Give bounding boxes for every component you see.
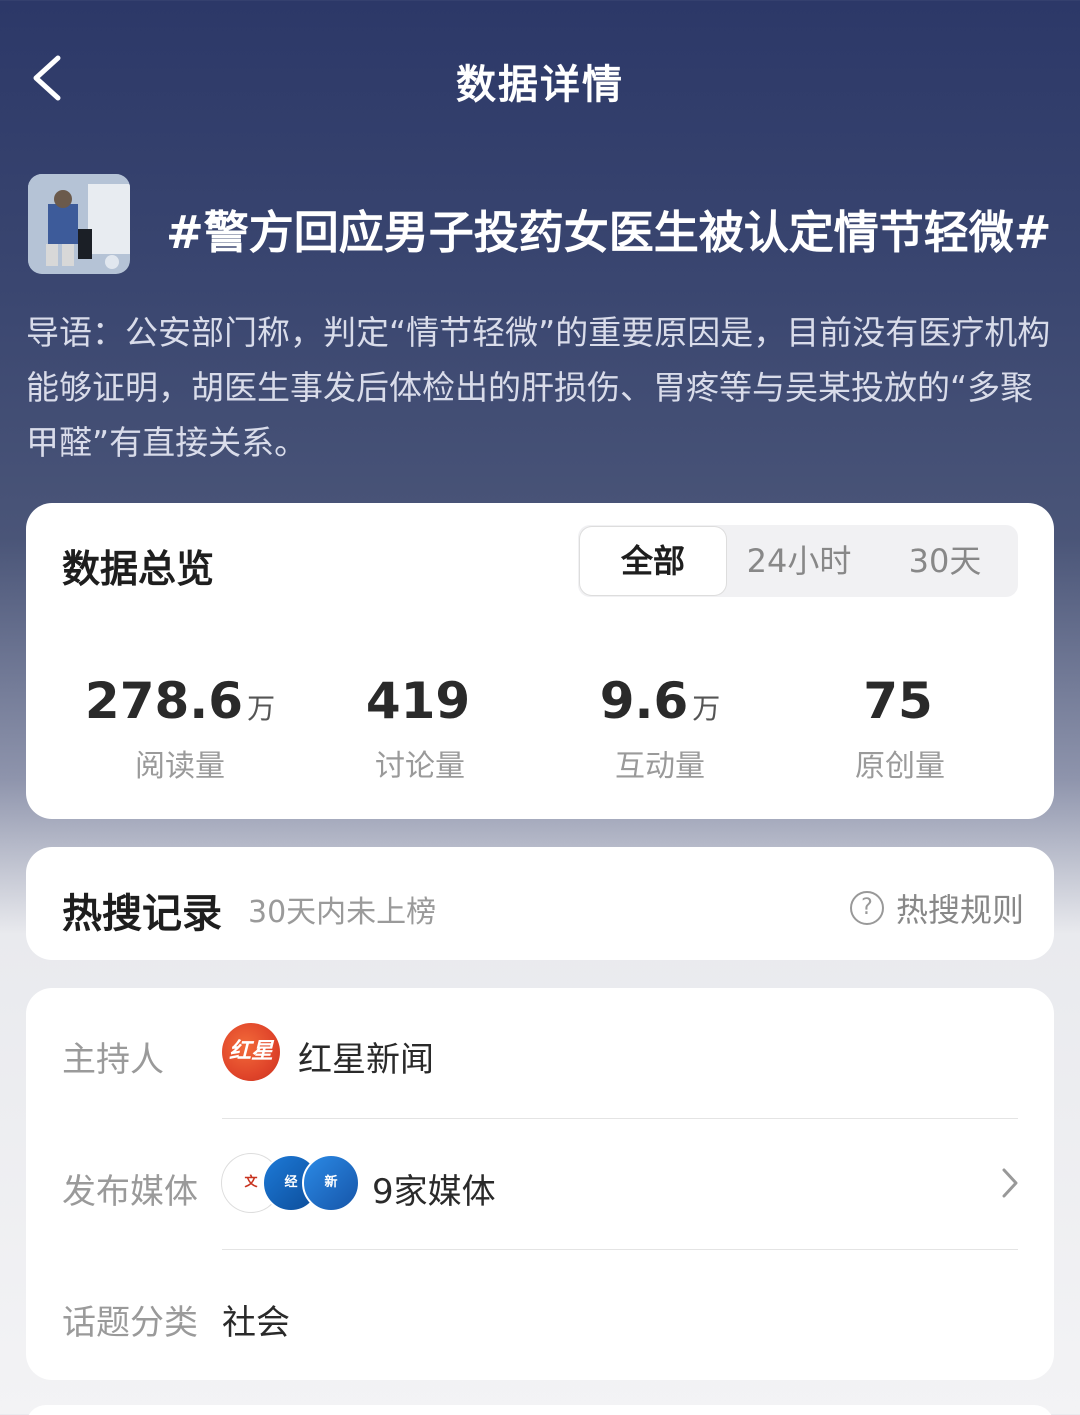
next-card	[26, 1405, 1054, 1415]
stat-value: 278.6	[84, 672, 244, 730]
topic-info-card: 主持人 红星 红星新闻 发布媒体 文 经 新 9家媒体 话题分类 社会	[26, 988, 1054, 1380]
media-avatar: 新	[302, 1154, 360, 1212]
hot-search-title: 热搜记录	[62, 891, 222, 937]
tab-30d[interactable]: 30天	[872, 527, 1018, 595]
divider	[222, 1249, 1018, 1250]
stat-originals: 75 原创量	[780, 673, 1020, 785]
hot-search-rules-label: 热搜规则	[895, 891, 1024, 929]
host-label: 主持人	[62, 1040, 164, 1080]
stat-label: 互动量	[615, 749, 705, 784]
hot-search-rules-link[interactable]: ? 热搜规则	[849, 885, 1024, 931]
stat-unit: 万	[247, 692, 276, 725]
top-bar: 数据详情	[0, 0, 1080, 160]
stat-reads: 278.6 万 阅读量	[60, 673, 300, 785]
stat-value: 75	[863, 672, 933, 730]
hot-search-status: 30天内未上榜	[248, 895, 437, 930]
host-name[interactable]: 红星新闻	[298, 1032, 434, 1081]
chevron-right-icon[interactable]	[1000, 1166, 1020, 1200]
tab-24h[interactable]: 24小时	[726, 527, 872, 595]
stat-value: 9.6	[599, 672, 689, 730]
stat-value: 419	[365, 672, 471, 730]
divider	[222, 1118, 1018, 1119]
topic-title: #警方回应男子投药女医生被认定情节轻微#	[166, 206, 1052, 259]
stat-unit: 万	[692, 692, 721, 725]
page-title: 数据详情	[456, 62, 624, 108]
tab-all[interactable]: 全部	[580, 527, 726, 595]
topic-thumbnail[interactable]	[28, 174, 130, 274]
overview-title: 数据总览	[62, 547, 215, 591]
stats-row: 278.6 万 阅读量 419 讨论量 9.6 万 互动量 75 原创量	[26, 673, 1054, 785]
stat-discussions: 419 讨论量	[300, 673, 540, 785]
hot-search-card: 热搜记录 30天内未上榜 ? 热搜规则	[26, 847, 1054, 960]
time-range-tabs: 全部 24小时 30天	[578, 525, 1018, 597]
stat-label: 讨论量	[375, 749, 465, 784]
overview-card: 数据总览 全部 24小时 30天 278.6 万 阅读量 419 讨论量 9.6 万…	[26, 503, 1054, 819]
category-label: 话题分类	[62, 1303, 198, 1343]
media-count[interactable]: 9家媒体	[372, 1164, 496, 1213]
media-label: 发布媒体	[62, 1172, 198, 1212]
topic-intro: 导语：公安部门称，判定“情节轻微”的重要原因是，目前没有医疗机构能够证明，胡医生…	[26, 313, 1051, 462]
stat-interactions: 9.6 万 互动量	[540, 673, 780, 785]
category-value: 社会	[222, 1303, 290, 1343]
stat-label: 原创量	[855, 749, 945, 784]
stat-label: 阅读量	[135, 749, 225, 784]
host-avatar[interactable]: 红星	[222, 1023, 280, 1081]
question-icon: ?	[849, 891, 884, 925]
media-avatars[interactable]: 文 经 新	[222, 1154, 362, 1212]
